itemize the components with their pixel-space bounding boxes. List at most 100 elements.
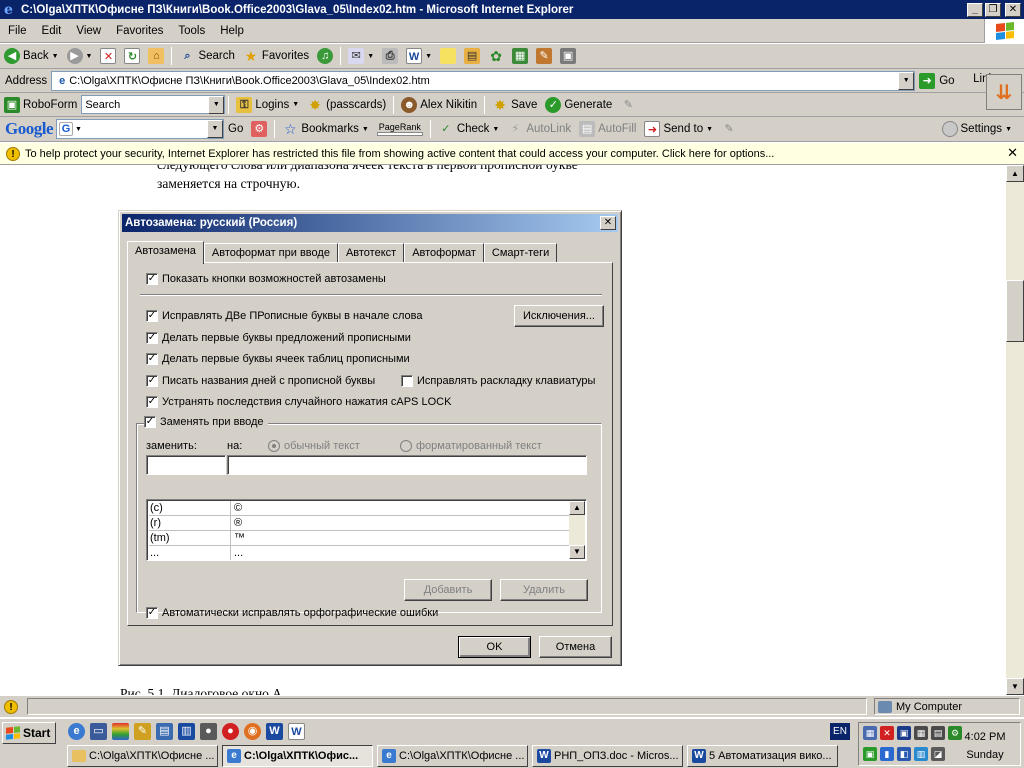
tab-smart-tags[interactable]: Смарт-теги (483, 243, 558, 263)
task-internet-explorer[interactable]: e C:\Olga\ХПТК\Офис... (222, 745, 373, 767)
roboform-pencil-button[interactable]: ✎ (616, 97, 640, 113)
replacements-list[interactable]: (c) © (r) ® (tm) ™ ...... ▲ ▼ (146, 499, 587, 561)
correct-keyboard-layout-option[interactable]: Исправлять раскладку клавиатуры (401, 375, 595, 387)
checkbox-checked[interactable]: ✓ (144, 416, 156, 428)
print-button[interactable]: ⎙ (378, 48, 402, 64)
clock[interactable]: 4:02 PM Sunday (956, 728, 1014, 764)
bookmarks-button[interactable]: ☆ Bookmarks ▼ (278, 121, 372, 137)
tab-autotext[interactable]: Автотекст (337, 243, 405, 263)
media-button[interactable]: ♫ (313, 48, 337, 64)
go-button[interactable]: ➜ Go (919, 72, 955, 89)
grid-icon[interactable]: ▦ (914, 726, 928, 740)
media-icon[interactable]: ● (200, 723, 217, 740)
hardware-icon[interactable]: ◧ (897, 747, 911, 761)
address-input[interactable]: e C:\Olga\ХПТК\Офисне ПЗ\Книги\Book.Offi… (51, 70, 916, 91)
information-bar[interactable]: ! To help protect your security, Interne… (0, 143, 1024, 165)
google-search-input[interactable]: G ▼ ▼ (56, 119, 224, 139)
logins-button[interactable]: ⚿ Logins ▼ (232, 96, 303, 113)
tool-button[interactable]: ▦ (508, 48, 532, 64)
spell-check-button[interactable]: ✓ Check ▼ (434, 121, 504, 137)
maximize-button[interactable]: ❐ (985, 2, 1001, 17)
google-dropdown-icon[interactable]: ▼ (207, 120, 223, 138)
menu-file[interactable]: File (0, 25, 34, 37)
chevron-down-icon[interactable]: ▼ (208, 96, 225, 114)
minimize-button[interactable]: _ (967, 2, 983, 17)
favorites-button[interactable]: ★ Favorites (239, 48, 313, 64)
desktop-icon[interactable]: ▭ (90, 723, 107, 740)
google-options-button[interactable]: ⚙ (247, 121, 271, 137)
task-folder[interactable]: C:\Olga\ХПТК\Офисне ... (67, 745, 218, 767)
menu-favorites[interactable]: Favorites (108, 25, 170, 37)
pencil-icon[interactable]: ✎ (134, 723, 151, 740)
google-logo[interactable]: Google (0, 119, 56, 139)
mail-button[interactable]: ✉ ▼ (344, 48, 378, 64)
roboform-tray-icon[interactable]: ▣ (863, 747, 877, 761)
autofill-button[interactable]: ▤ AutoFill (575, 121, 640, 137)
messenger-button[interactable]: ✿ (484, 48, 508, 64)
formatted-text-radio[interactable]: форматированный текст (400, 440, 542, 452)
menu-tools[interactable]: Tools (170, 25, 212, 37)
task-word-2[interactable]: W 5 Автоматизация вико... (687, 745, 838, 767)
list-item[interactable]: (tm) ™ (149, 531, 571, 546)
start-button[interactable]: Start (2, 722, 56, 744)
replace-input[interactable] (146, 455, 226, 475)
tab-autoformat-as-you-type[interactable]: Автоформат при вводе (203, 243, 338, 263)
word-icon[interactable]: W (266, 723, 283, 740)
language-indicator[interactable]: EN (830, 723, 850, 740)
network-icon[interactable]: ▦ (863, 726, 877, 740)
ok-button[interactable]: OK (458, 636, 531, 658)
send-to-button[interactable]: ➜ Send to ▼ (640, 121, 717, 137)
google-pencil-button[interactable]: ✎ (717, 121, 741, 137)
checkbox-checked[interactable]: ✓ (146, 396, 158, 408)
address-dropdown-icon[interactable]: ▼ (898, 71, 915, 90)
roboform-float-icon[interactable]: ⇊ (986, 74, 1022, 110)
close-infobar-icon[interactable]: ✕ (1007, 145, 1018, 161)
tab-autoformat[interactable]: Автоформат (404, 243, 484, 263)
with-input[interactable] (227, 455, 587, 475)
task-word-1[interactable]: W РНП_ОПЗ.doc - Micros... (532, 745, 683, 767)
refresh-button[interactable]: ↻ (120, 48, 144, 64)
dialog-title-bar[interactable]: Автозамена: русский (Россия) ✕ (122, 214, 618, 232)
wordpad-icon[interactable]: W (288, 723, 305, 740)
capitalize-day-names-option[interactable]: ✓ Писать названия дней с прописной буквы (146, 375, 375, 387)
checkbox-checked[interactable]: ✓ (146, 375, 158, 387)
back-button[interactable]: ◀ Back ▼ (0, 48, 63, 64)
roboform-save-button[interactable]: ✸ Save (488, 97, 541, 113)
checkbox-checked[interactable]: ✓ (146, 607, 158, 619)
checkbox-unchecked[interactable] (401, 375, 413, 387)
correct-two-initial-capitals-option[interactable]: ✓ Исправлять ДВе ПРописные буквы в начал… (146, 310, 422, 322)
show-autocorrect-buttons-option[interactable]: ✓ Показать кнопки возможностей автозамен… (146, 273, 386, 285)
list-item[interactable]: (r) ® (149, 516, 571, 531)
pagerank-indicator[interactable]: PageRank (373, 122, 427, 136)
dialog-close-button[interactable]: ✕ (600, 216, 616, 230)
firefox-icon[interactable]: ◉ (244, 723, 261, 740)
scroll-thumb[interactable] (1006, 280, 1024, 342)
roboform-tool-button[interactable]: ▣ (556, 48, 580, 64)
task-internet-explorer-2[interactable]: e C:\Olga\ХПТК\Офисне ... (377, 745, 528, 767)
roboform-search-input[interactable]: Search ▼ (81, 95, 226, 114)
app-icon[interactable]: ▥ (914, 747, 928, 761)
list-scrollbar[interactable]: ▲ ▼ (569, 501, 585, 559)
display-icon[interactable]: ▣ (897, 726, 911, 740)
discuss-button[interactable] (436, 48, 460, 64)
menu-edit[interactable]: Edit (34, 25, 69, 37)
columns-icon[interactable]: ▥ (178, 723, 195, 740)
delete-button[interactable]: Удалить (500, 579, 588, 601)
cancel-button[interactable]: Отмена (539, 636, 612, 658)
autolink-button[interactable]: ⚡ AutoLink (503, 121, 575, 137)
checkbox-checked[interactable]: ✓ (146, 310, 158, 322)
capitalize-sentences-option[interactable]: ✓ Делать первые буквы предложений пропис… (146, 332, 411, 344)
edit-page-button[interactable]: ✎ (532, 48, 556, 64)
menu-view[interactable]: View (68, 25, 108, 37)
generate-button[interactable]: ✓ Generate (541, 96, 616, 113)
list-item[interactable]: (c) © (149, 501, 571, 516)
stop-button[interactable]: ✕ (96, 48, 120, 64)
vertical-scrollbar[interactable]: ▲ ▼ (1006, 165, 1024, 695)
scroll-down-icon[interactable]: ▼ (569, 545, 585, 559)
capitalize-table-cells-option[interactable]: ✓ Делать первые буквы ячеек таблиц пропи… (146, 353, 410, 365)
passcards-button[interactable]: ✸ (passcards) (303, 97, 390, 113)
record-icon[interactable]: ● (222, 723, 239, 740)
settings-button[interactable]: Settings ▼ (938, 121, 1017, 137)
checkbox-checked[interactable]: ✓ (146, 273, 158, 285)
close-button[interactable]: ✕ (1005, 2, 1021, 17)
